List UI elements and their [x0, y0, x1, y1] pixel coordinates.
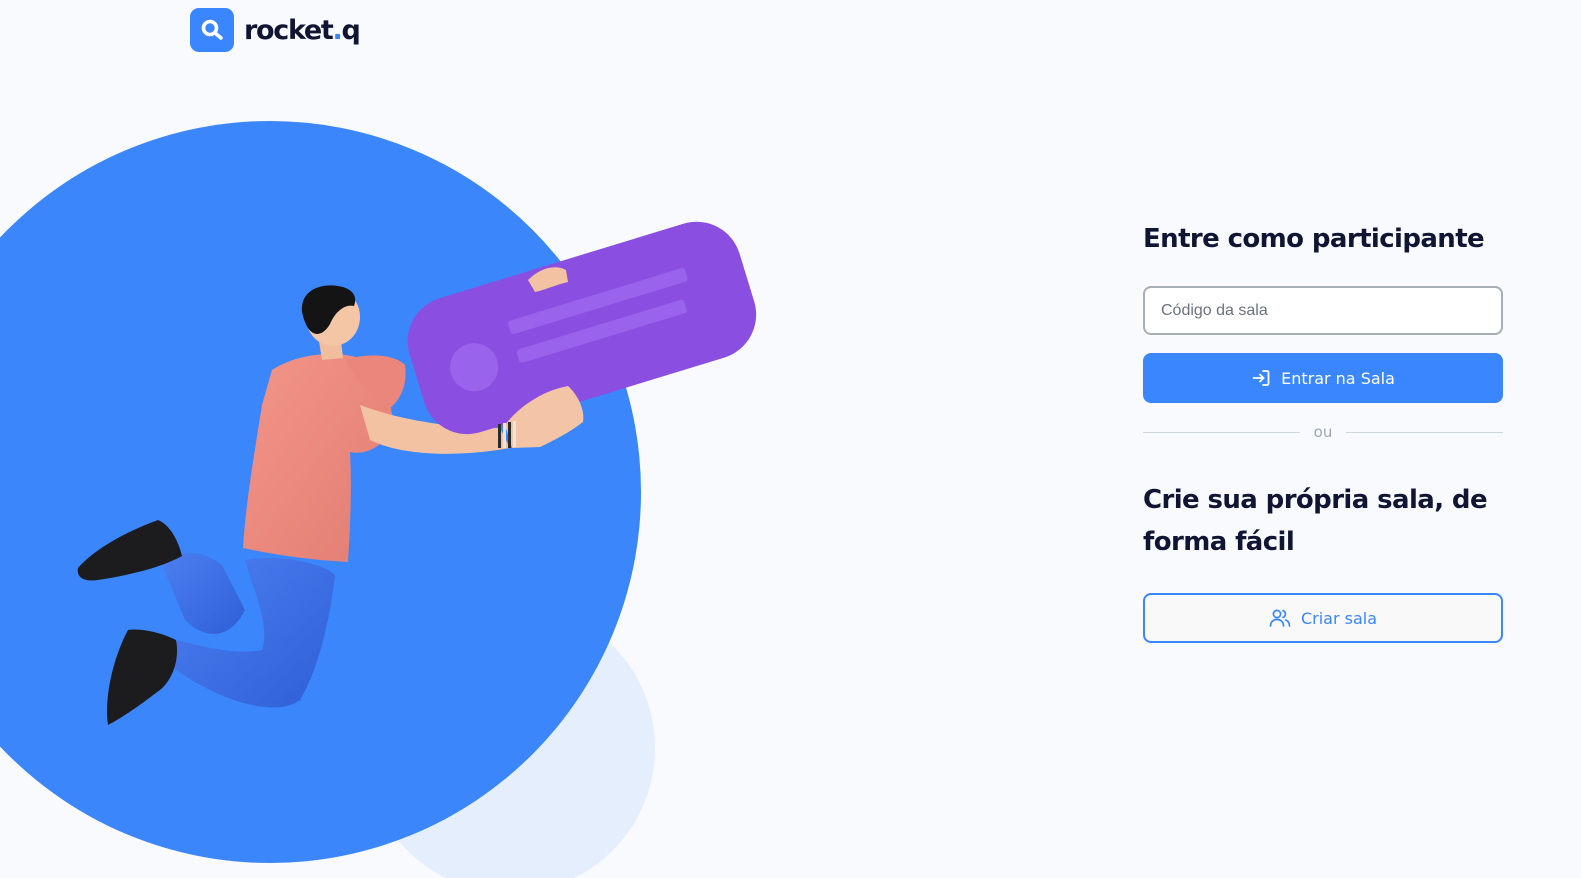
create-room-button-label: Criar sala [1300, 608, 1378, 628]
join-room-button-label: Entrar na Sala [1281, 368, 1395, 388]
login-icon [1251, 368, 1271, 388]
room-code-input[interactable] [1143, 286, 1503, 335]
or-divider: ou [1143, 423, 1503, 441]
divider-line-right [1346, 431, 1503, 433]
create-room-button[interactable]: Criar sala [1143, 593, 1503, 643]
person-holding-card-illustration [0, 121, 757, 878]
create-room-title: Crie sua própria sala, de forma fácil [1143, 485, 1488, 557]
divider-line-left [1143, 431, 1300, 433]
or-divider-label: ou [1313, 423, 1333, 441]
home-page: rocket. q Entre como participante Código… [0, 0, 1581, 878]
entry-panel: Entre como participante Entrar na Sala o… [1143, 218, 1503, 643]
join-room-button[interactable]: Entrar na Sala [1143, 353, 1503, 403]
join-title: Entre como participante [1143, 224, 1485, 254]
users-icon [1269, 608, 1291, 628]
